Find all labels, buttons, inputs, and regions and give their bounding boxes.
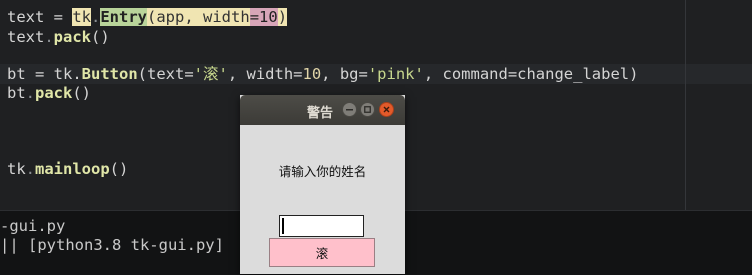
code-token: Button: [81, 65, 138, 83]
submit-button[interactable]: 滚: [269, 238, 375, 267]
code-token: (): [72, 84, 92, 102]
code-token: text: [7, 28, 45, 46]
code-token: (app,: [147, 8, 204, 26]
close-button[interactable]: [379, 102, 394, 117]
code-line-3: bt = tk.Button(text='滚', width=10, bg='p…: [7, 64, 638, 84]
code-token: width: [203, 8, 250, 26]
minimize-button[interactable]: [342, 102, 357, 117]
code-token: bt: [7, 84, 26, 102]
code-token: tk: [72, 8, 91, 26]
code-token: Entry: [100, 8, 148, 26]
code-token: ): [277, 8, 288, 26]
code-token: .: [25, 84, 36, 102]
terminal-line-1: -gui.py: [0, 217, 66, 235]
code-token: , bg=: [321, 65, 368, 83]
editor-ruler: [685, 0, 686, 210]
code-token: tk: [7, 160, 26, 178]
code-line-1: text = tk.Entry(app, width=10): [7, 7, 288, 27]
maximize-icon: [364, 106, 371, 113]
maximize-button[interactable]: [360, 102, 375, 117]
code-token: 10: [302, 65, 322, 83]
code-line-4: bt.pack(): [7, 83, 91, 103]
code-token: .: [25, 160, 36, 178]
close-icon: [383, 106, 390, 113]
code-token: (text=: [137, 65, 194, 83]
name-input[interactable]: [279, 215, 364, 237]
code-token: =: [249, 8, 260, 26]
code-token: 10: [259, 8, 278, 26]
code-token: pack: [53, 28, 91, 46]
code-token: .: [44, 28, 54, 46]
name-prompt-label: 请输入你的姓名: [278, 164, 367, 179]
minimize-icon: [346, 109, 353, 111]
dialog-title: 警告: [307, 106, 334, 121]
code-token: text =: [7, 8, 73, 26]
code-token: mainloop: [35, 160, 110, 178]
code-token: '滚': [193, 65, 228, 83]
code-token: 'pink': [367, 65, 424, 83]
warning-dialog: 警告 请输入你的姓名 滚: [240, 95, 405, 274]
code-line-5: tk.mainloop(): [7, 159, 128, 179]
code-token: (): [109, 160, 129, 178]
code-token: bt = tk.: [7, 65, 82, 83]
code-token: pack: [35, 84, 73, 102]
text-caret: [282, 218, 284, 234]
code-line-2: text.pack(): [7, 27, 110, 47]
code-token: .: [91, 8, 101, 26]
dialog-titlebar[interactable]: 警告: [240, 95, 405, 125]
code-token: , command=change_label): [423, 65, 639, 83]
code-token: (): [91, 28, 110, 46]
code-token: , width=: [227, 65, 303, 83]
terminal-line-2: || [python3.8 tk-gui.py]: [0, 236, 224, 254]
